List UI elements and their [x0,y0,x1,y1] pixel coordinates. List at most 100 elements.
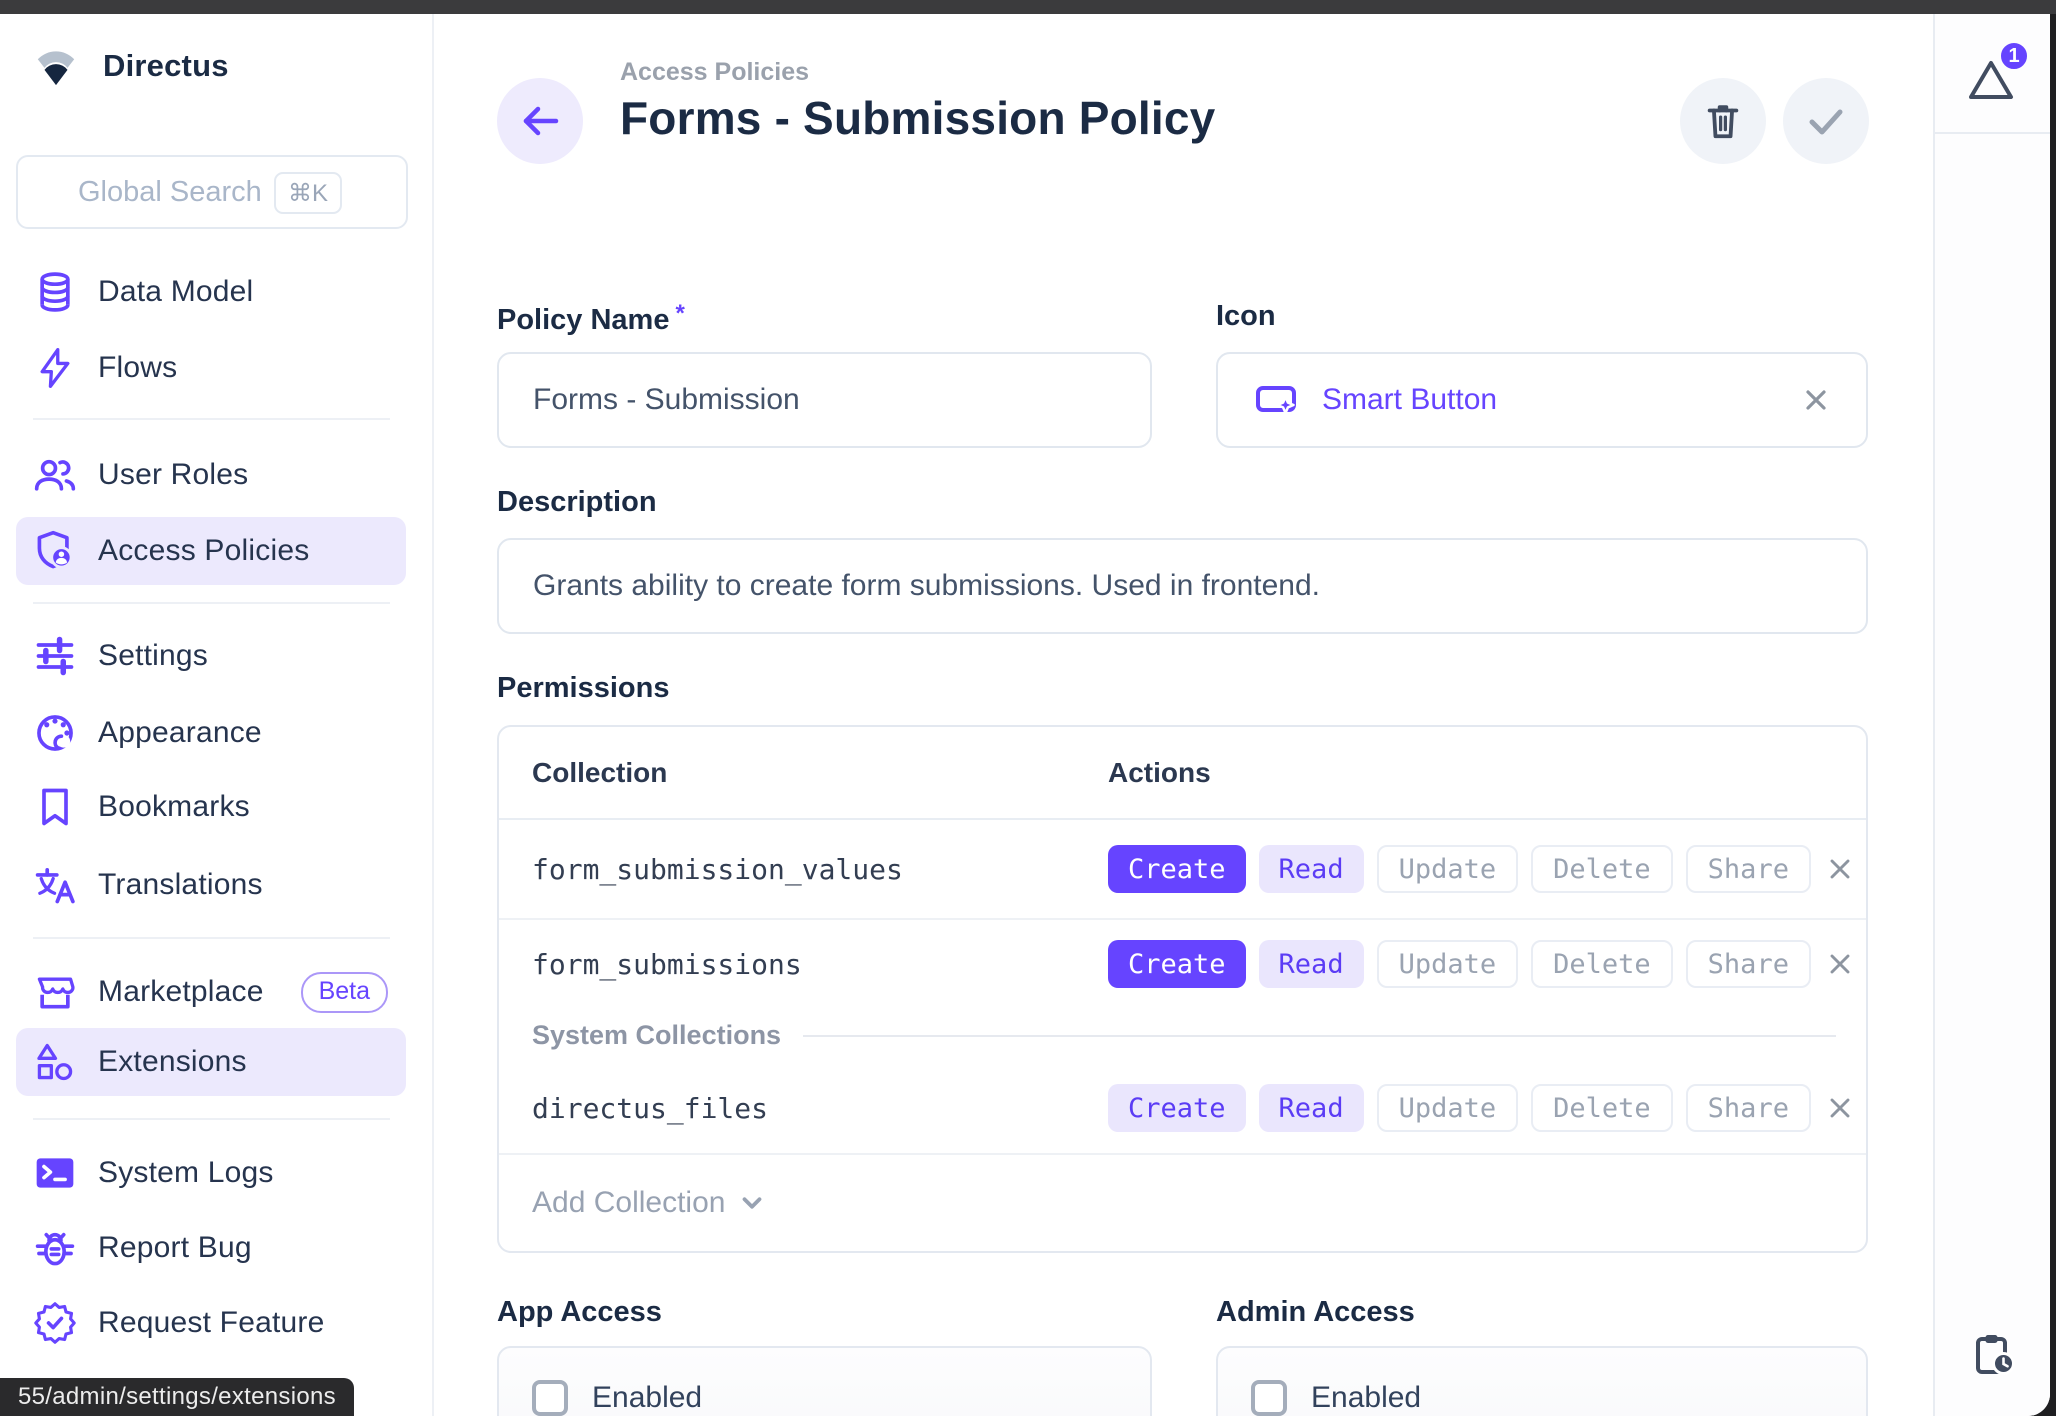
sidebar: Directus ⌘K Data Model Flows [0,14,434,1416]
sidebar-divider [33,602,390,604]
sidebar-item-flows[interactable]: Flows [16,334,406,402]
smart-button-icon [1254,378,1300,422]
app-access-label: App Access [497,1296,662,1329]
sidebar-item-user-roles[interactable]: User Roles [16,441,406,509]
sidebar-item-extensions[interactable]: Extensions [16,1028,406,1096]
sidebar-item-data-model[interactable]: Data Model [16,258,406,326]
sidebar-divider [33,418,390,420]
right-sidebar-divider [1935,132,2050,134]
status-bar: 55/admin/settings/extensions [0,1378,354,1416]
close-icon[interactable] [1800,384,1832,416]
sidebar-item-appearance[interactable]: Appearance [16,699,406,767]
system-collections-divider: System Collections [499,1008,1866,1063]
collection-name: directus_files [532,1092,1108,1125]
sidebar-item-label: User Roles [98,458,248,492]
sidebar-item-access-policies[interactable]: Access Policies [16,517,406,585]
action-chip-delete[interactable]: Delete [1531,940,1673,988]
icon-field[interactable]: Smart Button [1216,352,1868,448]
sidebar-item-label: System Logs [98,1156,274,1190]
action-chip-delete[interactable]: Delete [1531,1084,1673,1132]
sidebar-divider [33,1118,390,1120]
page-header: Access Policies Forms - Submission Polic… [620,56,1215,148]
chevron-down-icon [737,1188,767,1218]
sidebar-item-label: Marketplace [98,975,264,1009]
database-icon [33,270,77,314]
sidebar-item-system-logs[interactable]: System Logs [16,1139,406,1207]
search-input[interactable] [18,176,273,209]
policy-name-field [497,352,1152,448]
remove-row-icon[interactable] [1824,948,1856,980]
sidebar-item-label: Data Model [98,275,253,309]
action-chip-delete[interactable]: Delete [1531,845,1673,893]
revisions-button[interactable] [1972,1331,2016,1377]
sidebar-item-settings[interactable]: Settings [16,622,406,690]
storefront-icon [33,970,77,1014]
bolt-icon [33,346,77,390]
description-label: Description [497,486,657,519]
description-value: Grants ability to create form submission… [499,569,1320,603]
icon-field-value: Smart Button [1322,383,1497,417]
action-chip-read[interactable]: Read [1259,845,1364,893]
sidebar-item-bookmarks[interactable]: Bookmarks [16,773,406,841]
action-chip-share[interactable]: Share [1686,845,1811,893]
admin-access-checkbox[interactable] [1251,1380,1287,1416]
palette-icon [33,711,77,755]
delete-button[interactable] [1680,78,1766,164]
sidebar-item-label: Flows [98,351,177,385]
remove-row-icon[interactable] [1824,1092,1856,1124]
action-chip-read[interactable]: Read [1259,1084,1364,1132]
action-chip-create[interactable]: Create [1108,845,1246,893]
action-chip-update[interactable]: Update [1377,1084,1519,1132]
collection-name: form_submission_values [532,853,1108,886]
sidebar-item-translations[interactable]: Translations [16,851,406,919]
arrow-left-icon [518,101,562,141]
save-button[interactable] [1783,78,1869,164]
sidebar-item-label: Settings [98,639,208,673]
sidebar-item-label: Appearance [98,716,262,750]
action-chip-read[interactable]: Read [1259,940,1364,988]
permissions-table: Collection Actions form_submission_value… [497,725,1868,1253]
sidebar-item-marketplace[interactable]: Marketplace Beta [16,958,406,1026]
sidebar-item-label: Translations [98,868,263,902]
sidebar-item-report-bug[interactable]: Report Bug [16,1214,406,1282]
user-roles-icon [33,453,77,497]
shapes-icon [33,1040,77,1084]
breadcrumb[interactable]: Access Policies [620,56,1215,88]
beta-badge: Beta [301,972,388,1013]
app-access-checkbox[interactable] [532,1380,568,1416]
table-row: form_submissions Create Read Update Dele… [499,920,1866,1008]
sidebar-item-label: Request Feature [98,1306,324,1340]
app-access-field: Enabled [497,1346,1152,1416]
back-button[interactable] [497,78,583,164]
app-access-option: Enabled [592,1380,702,1416]
divider-line [803,1035,1836,1037]
action-chip-share[interactable]: Share [1686,940,1811,988]
description-field[interactable]: Grants ability to create form submission… [497,538,1868,634]
global-search[interactable]: ⌘K [16,155,408,229]
policy-name-input[interactable] [499,383,1150,417]
sidebar-item-request-feature[interactable]: Request Feature [16,1289,406,1357]
action-chip-update[interactable]: Update [1377,940,1519,988]
window-top-bar [0,0,2056,14]
permissions-label: Permissions [497,672,669,705]
logo-text: Directus [103,48,229,84]
directus-logo-icon [33,44,79,88]
action-chip-update[interactable]: Update [1377,845,1519,893]
sidebar-item-label: Report Bug [98,1231,252,1265]
add-collection-button[interactable]: Add Collection [499,1155,1866,1251]
action-chip-create[interactable]: Create [1108,1084,1246,1132]
admin-access-label: Admin Access [1216,1296,1415,1329]
column-header-collection: Collection [532,757,1108,789]
permissions-header-row: Collection Actions [499,727,1866,820]
table-row: form_submission_values Create Read Updat… [499,820,1866,920]
page-title: Forms - Submission Policy [620,88,1215,148]
action-chip-create[interactable]: Create [1108,940,1246,988]
sidebar-divider [33,937,390,939]
remove-row-icon[interactable] [1824,853,1856,885]
status-bar-url: 55/admin/settings/extensions [18,1383,336,1411]
tune-icon [33,634,77,678]
logo[interactable]: Directus [33,44,229,88]
admin-access-field: Enabled [1216,1346,1868,1416]
bug-icon [33,1226,77,1270]
action-chip-share[interactable]: Share [1686,1084,1811,1132]
